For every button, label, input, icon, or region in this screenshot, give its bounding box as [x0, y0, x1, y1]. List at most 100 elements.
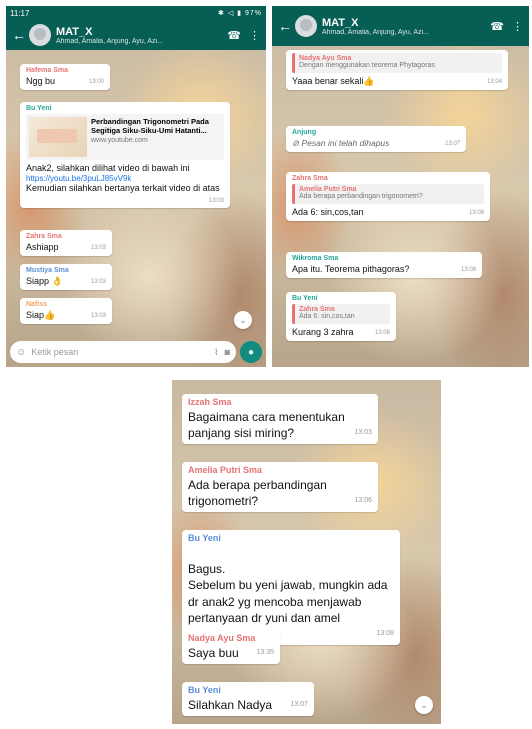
add-call-icon[interactable]: ☎: [227, 29, 241, 42]
message-bubble[interactable]: Bu Yeni Bagus. Sebelum bu yeni jawab, mu…: [182, 530, 400, 646]
message-time: 13:03: [354, 429, 372, 437]
camera-icon[interactable]: ◙: [225, 347, 230, 357]
message-sender: Mustiya Sma: [26, 267, 69, 274]
message-text: Silahkan Nadya 13:07: [188, 698, 308, 712]
message-bubble[interactable]: Zahra Sma Ashiapp 13:03: [20, 230, 112, 257]
message-text: Yaaa benar sekali👍 13:04: [292, 75, 502, 86]
chat-header: ← MAT_X Ahmad, Amalia, Anjung, Ayu, Azi.…: [6, 20, 266, 50]
video-thumbnail: [29, 117, 87, 157]
chat-screenshot-2: ← MAT_X Ahmad, Amalia, Anjung, Ayu, Azi.…: [272, 6, 529, 367]
chat-title: MAT_X: [322, 16, 359, 29]
menu-icon[interactable]: ⋮: [512, 20, 523, 33]
message-bubble[interactable]: Wikroma Sma Apa itu. Teorema pithagoras?…: [286, 252, 482, 279]
message-time: 13:03: [208, 197, 224, 204]
message-time: 13:00: [88, 79, 104, 85]
message-text: Bagus. Sebelum bu yeni jawab, mungkin ad…: [188, 562, 394, 637]
emoji-icon[interactable]: ☺: [16, 347, 26, 358]
message-time: 13:03: [90, 245, 106, 251]
message-bubble[interactable]: Mustiya Sma Siapp 👌 13:03: [20, 264, 112, 291]
message-text: Apa itu. Teorema pithagoras? 13:08: [292, 264, 476, 274]
message-time: 13:07: [444, 141, 460, 147]
message-text: Ada berapa perbandingan trigonometri? 13…: [188, 478, 372, 509]
message-text: Ada 6: sin,cos,tan 13:08: [292, 206, 484, 217]
message-input-placeholder: Ketik pesan: [31, 347, 79, 357]
scroll-down-icon[interactable]: ⌄: [415, 696, 433, 714]
scroll-down-icon[interactable]: ⌄: [234, 311, 252, 329]
quoted-text: Ada 6: sin,cos,tan: [299, 313, 355, 320]
add-call-icon[interactable]: ☎: [490, 20, 504, 33]
link-preview-title: Perbandingan Trigonometri Pada Segitiga …: [91, 117, 209, 135]
message-input-bar: ☺ Ketik pesan ⌇ ◙ ●: [10, 341, 262, 363]
message-sender: Amelia Putri Sma: [188, 465, 263, 475]
quoted-message[interactable]: Nadya Ayu Sma Dengan menggunakan teorema…: [292, 53, 502, 73]
group-avatar[interactable]: [295, 15, 317, 37]
link-preview-domain: www.youtube.com: [91, 137, 148, 144]
message-text: Ngg bu 13:00: [26, 76, 104, 86]
message-sender: Zahra Sma: [292, 175, 328, 182]
message-time: 13:04: [486, 78, 502, 85]
chat-members: Ahmad, Amalia, Anjung, Ayu, Azi...: [56, 37, 163, 45]
message-bubble[interactable]: Izzah Sma Bagaimana cara menentukan panj…: [182, 394, 378, 445]
message-sender: Nafiss: [26, 301, 48, 308]
message-time: 13:07: [290, 701, 308, 708]
message-sender: Bu Yeni: [188, 685, 221, 695]
message-text: Siapp 👌 13:03: [26, 276, 106, 286]
back-arrow-icon[interactable]: ←: [12, 27, 26, 43]
message-bubble[interactable]: Hafema Sma Ngg bu 13:00: [20, 64, 110, 91]
link-preview-card[interactable]: Perbandingan Trigonometri Pada Segitiga …: [26, 114, 224, 160]
message-text: Anak2, silahkan dilihat video di bawah i…: [26, 163, 190, 173]
message-text: Kurang 3 zahra 13:08: [292, 326, 390, 337]
back-arrow-icon[interactable]: ←: [278, 18, 292, 34]
message-bubble[interactable]: Bu Yeni Perbandingan Trigonometri Pada S…: [20, 102, 230, 208]
message-text: Ashiapp 13:03: [26, 242, 106, 252]
message-sender: Anjung: [292, 129, 317, 136]
status-time: 11:17: [10, 8, 30, 18]
message-bubble[interactable]: Nafiss Siap👍 13:03: [20, 298, 112, 325]
message-bubble[interactable]: Nadya Ayu Sma Saya buu 13:35: [182, 630, 280, 665]
attach-icon[interactable]: ⌇: [214, 347, 218, 358]
chat-members: Ahmad, Amalia, Anjung, Ayu, Azi...: [322, 28, 429, 36]
menu-icon[interactable]: ⋮: [249, 29, 260, 42]
mic-icon[interactable]: ●: [240, 341, 262, 363]
message-text: Bagaimana cara menentukan panjang sisi m…: [188, 410, 372, 441]
message-bubble[interactable]: Zahra Sma Amelia Putri Sma Ada berapa pe…: [286, 172, 490, 221]
message-sender: Bu Yeni: [292, 295, 318, 302]
chat-screenshot-1: 11:17 ✱ ◁ ▮ 97% ← MAT_X Ahmad, Amalia, A…: [6, 6, 266, 367]
chat-header: ← MAT_X Ahmad, Amalia, Anjung, Ayu, Azi.…: [272, 6, 529, 46]
message-time: 13:08: [376, 629, 394, 637]
status-bar: 11:17 ✱ ◁ ▮ 97%: [6, 6, 266, 20]
quoted-message[interactable]: Zahra Sma Ada 6: sin,cos,tan: [292, 304, 390, 324]
message-sender: Nadya Ayu Sma: [188, 633, 256, 643]
message-bubble[interactable]: Bu Yeni Zahra Sma Ada 6: sin,cos,tan Kur…: [286, 292, 396, 341]
message-bubble[interactable]: Anjung ⊘ Pesan ini telah dihapus 13:07: [286, 126, 466, 152]
message-text: Saya buu 13:35: [188, 646, 274, 660]
message-time: 13:08: [468, 209, 484, 216]
quoted-sender: Amelia Putri Sma: [299, 186, 357, 193]
group-avatar[interactable]: [29, 24, 51, 46]
message-sender: Zahra Sma: [26, 233, 62, 240]
message-time: 13:08: [374, 329, 390, 336]
message-time: 13:03: [90, 313, 106, 319]
message-time: 13:35: [256, 649, 274, 656]
message-text-continued: Kemudian silahkan bertanya terkait video…: [26, 183, 224, 204]
message-text: Siap👍 13:03: [26, 310, 106, 320]
status-icons: ✱ ◁ ▮ 97%: [218, 10, 262, 17]
quoted-message[interactable]: Amelia Putri Sma Ada berapa perbandingan…: [292, 184, 484, 204]
message-link[interactable]: https://youtu.be/3puLJ85vV9k: [26, 174, 224, 183]
message-input[interactable]: ☺ Ketik pesan ⌇ ◙: [10, 341, 236, 363]
message-bubble[interactable]: Bu Yeni Silahkan Nadya 13:07: [182, 682, 314, 717]
chat-title-area[interactable]: MAT_X Ahmad, Amalia, Anjung, Ayu, Azi...: [56, 26, 219, 45]
chat-title: MAT_X: [56, 25, 93, 38]
message-sender: Bu Yeni: [26, 105, 52, 112]
message-sender: Bu Yeni: [188, 533, 221, 543]
message-bubble[interactable]: Amelia Putri Sma Ada berapa perbandingan…: [182, 462, 378, 513]
chat-title-area[interactable]: MAT_X Ahmad, Amalia, Anjung, Ayu, Azi...: [322, 17, 482, 36]
message-time: 13:03: [90, 279, 106, 285]
battery-level: 97%: [244, 10, 262, 17]
deleted-icon: ⊘: [292, 138, 300, 148]
message-bubble[interactable]: Nadya Ayu Sma Dengan menggunakan teorema…: [286, 50, 508, 90]
message-sender: Izzah Sma: [188, 397, 232, 407]
deleted-message: ⊘ Pesan ini telah dihapus 13:07: [292, 138, 460, 148]
quoted-text: Dengan menggunakan teorema Phytagoras: [299, 62, 435, 69]
chat-screenshot-3: Izzah Sma Bagaimana cara menentukan panj…: [172, 380, 441, 724]
